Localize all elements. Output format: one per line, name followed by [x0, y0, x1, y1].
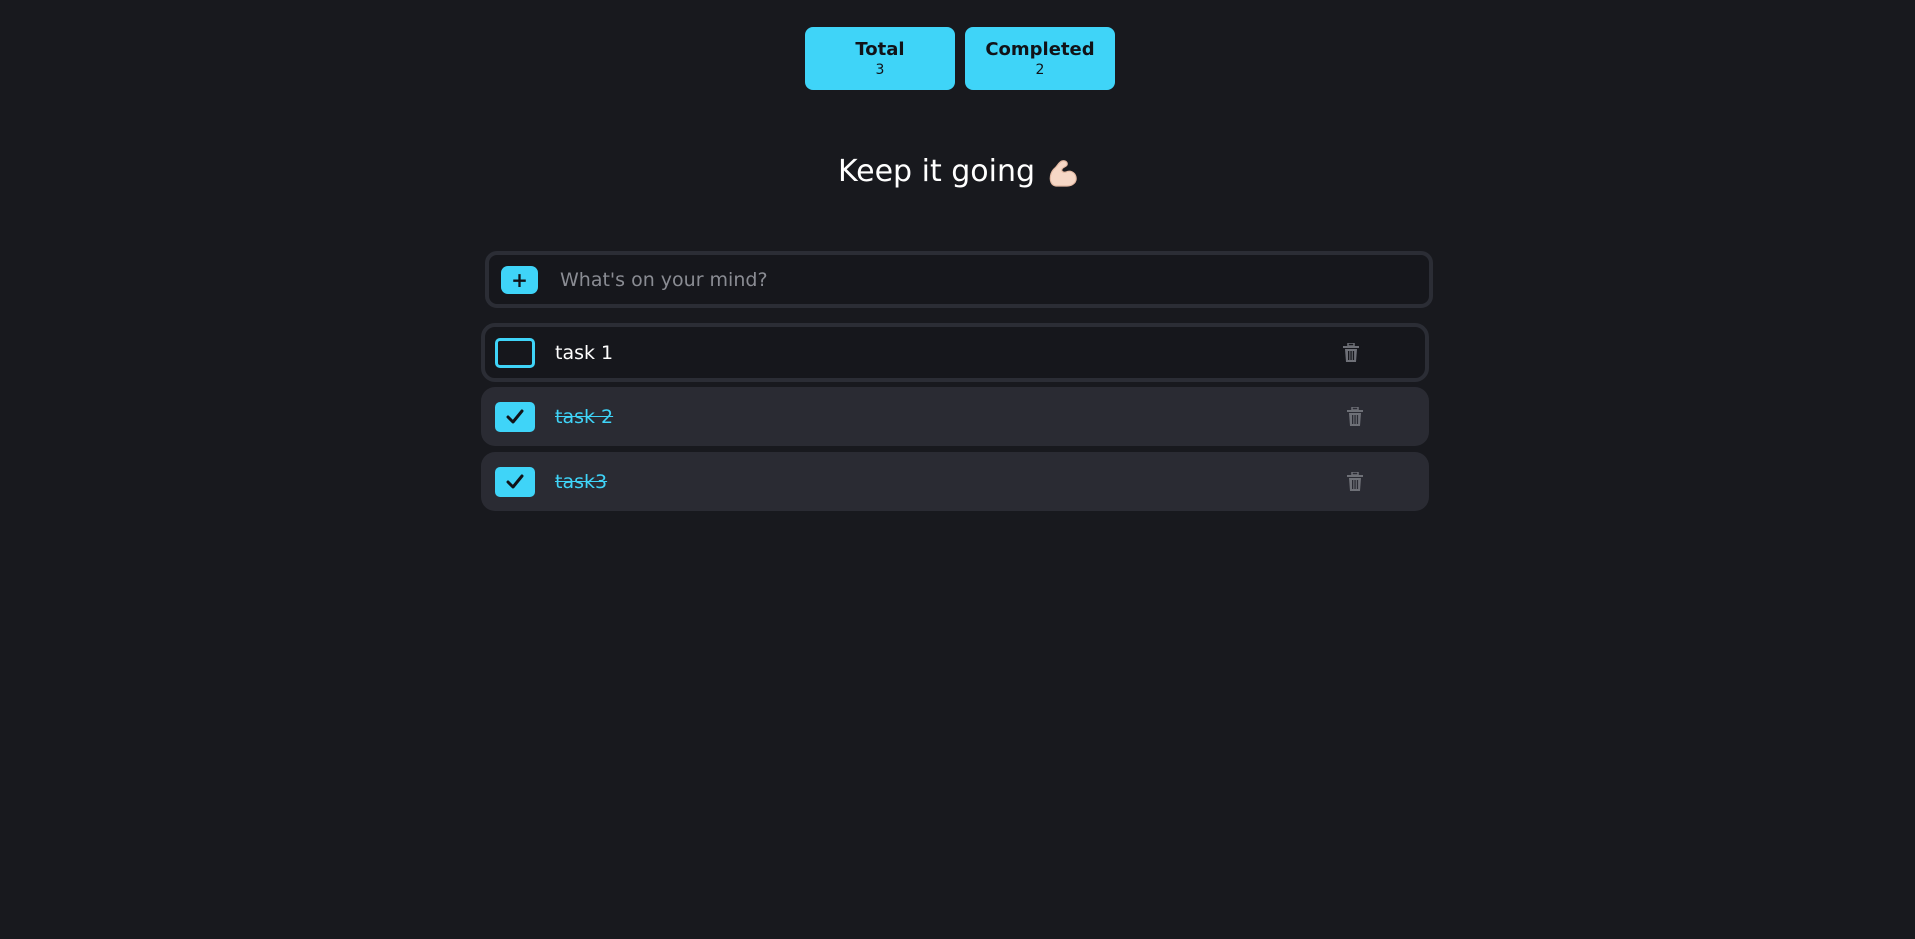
task-checkbox-checked[interactable]: [495, 466, 535, 497]
completed-stat-value: 2: [1035, 61, 1045, 78]
headline: Keep it going: [0, 150, 1915, 194]
checkmark-icon: [506, 409, 524, 423]
total-stat-label: Total: [855, 38, 905, 60]
task-item: task 1: [481, 323, 1429, 382]
add-task-button[interactable]: +: [501, 265, 538, 294]
task-label: task 1: [555, 341, 614, 364]
task-label: task3: [555, 470, 608, 493]
task-input[interactable]: [558, 260, 1417, 299]
task-item: task 2: [481, 387, 1429, 446]
total-stat-card: Total 3: [805, 27, 955, 90]
trash-icon[interactable]: [1341, 342, 1361, 364]
checkmark-icon: [506, 474, 524, 488]
task-item: task3: [481, 452, 1429, 511]
task-checkbox-unchecked[interactable]: [495, 337, 535, 368]
flexed-biceps-icon: [1047, 157, 1077, 187]
trash-icon[interactable]: [1345, 406, 1365, 428]
headline-text: Keep it going: [837, 154, 1036, 189]
task-checkbox-checked[interactable]: [495, 401, 535, 432]
total-stat-value: 3: [875, 61, 885, 78]
todo-app: Total 3 Completed 2 Keep it going + task…: [0, 0, 1915, 939]
trash-icon[interactable]: [1345, 471, 1365, 493]
task-label: task 2: [555, 405, 614, 428]
completed-stat-label: Completed: [985, 38, 1095, 60]
stats-bar: Total 3 Completed 2: [805, 27, 1115, 90]
new-task-row: +: [485, 251, 1433, 308]
completed-stat-card: Completed 2: [965, 27, 1115, 90]
